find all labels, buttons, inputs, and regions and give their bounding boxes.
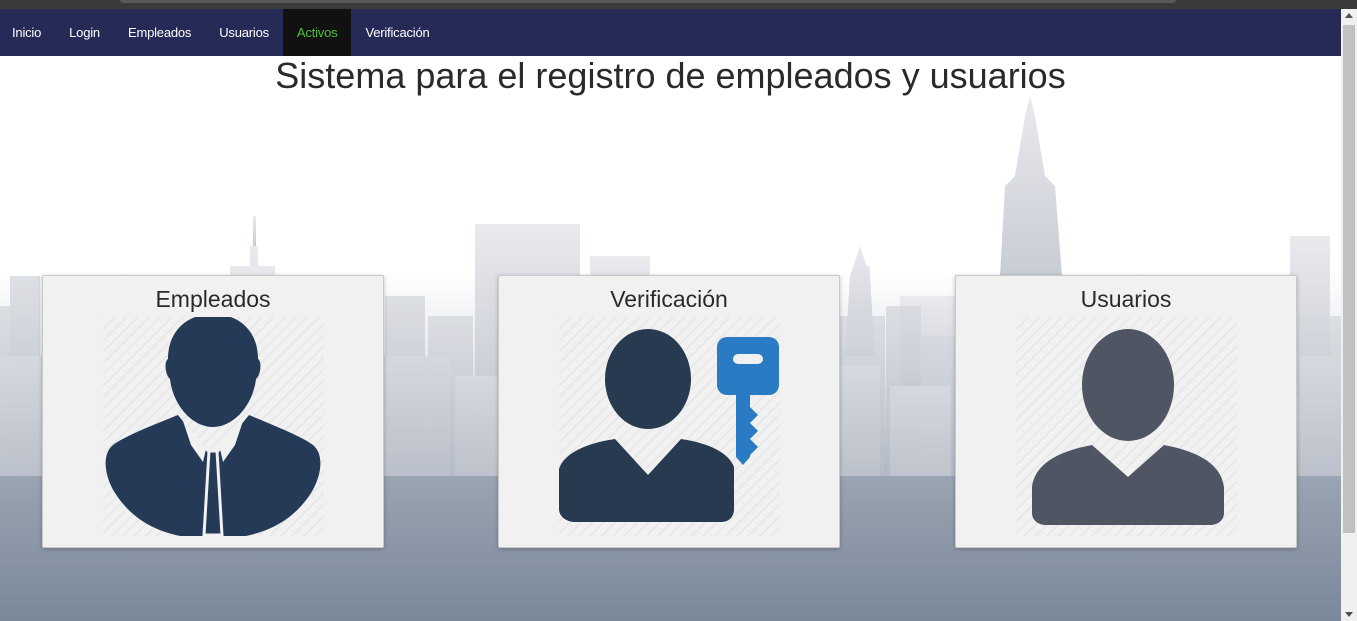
card-title: Empleados xyxy=(155,286,271,312)
nav-item-login[interactable]: Login xyxy=(55,9,114,56)
nav-item-verificacion[interactable]: Verificación xyxy=(351,9,443,56)
page-title: Sistema para el registro de empleados y … xyxy=(275,55,1066,96)
card-title: Usuarios xyxy=(1080,286,1172,312)
employee-suit-icon xyxy=(103,317,324,536)
scrollbar-thumb[interactable] xyxy=(1343,25,1355,533)
url-bar-edge xyxy=(120,0,1176,3)
top-navbar: Inicio Login Empleados Usuarios Activos … xyxy=(0,9,1341,56)
nav-item-inicio[interactable]: Inicio xyxy=(0,9,55,56)
user-icon xyxy=(1016,317,1237,536)
page-root: Inicio Login Empleados Usuarios Activos … xyxy=(0,0,1357,621)
scroll-up-icon[interactable] xyxy=(1345,13,1353,18)
vertical-scrollbar[interactable] xyxy=(1341,9,1357,621)
card-empleados[interactable]: Empleados xyxy=(42,275,384,548)
nav-item-activos[interactable]: Activos xyxy=(282,9,352,56)
nav-item-empleados[interactable]: Empleados xyxy=(114,9,205,56)
nav-item-usuarios[interactable]: Usuarios xyxy=(205,9,283,56)
user-key-icon xyxy=(559,317,780,536)
scroll-down-icon[interactable] xyxy=(1345,612,1353,617)
card-title: Verificación xyxy=(610,286,728,312)
browser-topbar xyxy=(0,0,1357,9)
card-usuarios[interactable]: Usuarios xyxy=(955,275,1297,548)
card-verificacion[interactable]: Verificación xyxy=(498,275,840,548)
